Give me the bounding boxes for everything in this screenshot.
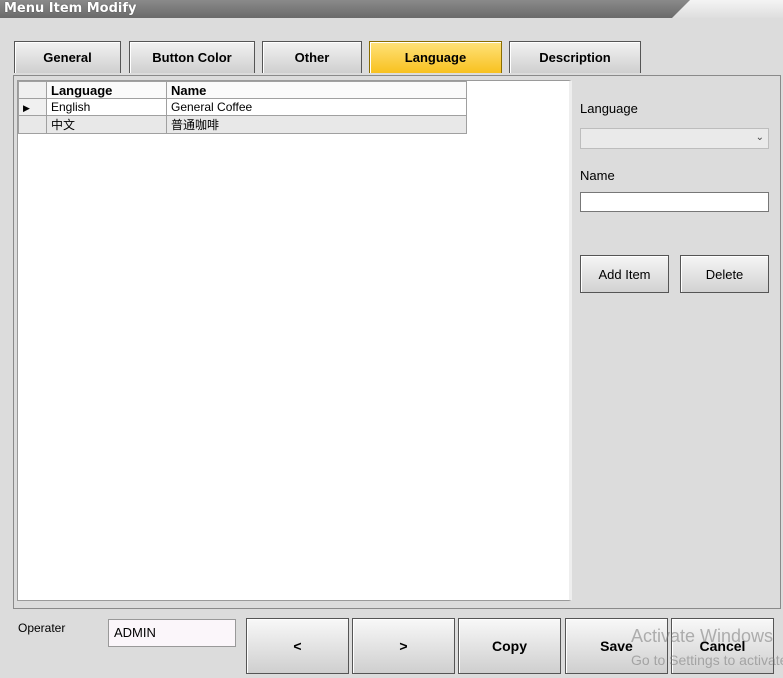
tab-button-color[interactable]: Button Color xyxy=(129,41,255,73)
column-header-language[interactable]: Language xyxy=(46,81,167,99)
tab-general[interactable]: General xyxy=(14,41,121,73)
column-header-name[interactable]: Name xyxy=(166,81,467,99)
language-select[interactable]: ⌄ xyxy=(580,128,769,149)
language-label: Language xyxy=(580,101,638,116)
delete-button[interactable]: Delete xyxy=(680,255,769,293)
language-table: Language Name ▶ English General Coffee 中… xyxy=(18,81,467,134)
save-button[interactable]: Save xyxy=(565,618,668,674)
cell-language[interactable]: English xyxy=(46,98,167,116)
name-input[interactable] xyxy=(580,192,769,212)
tab-other[interactable]: Other xyxy=(262,41,362,73)
previous-button[interactable]: < xyxy=(246,618,349,674)
window-title: Menu Item Modify xyxy=(4,1,137,16)
add-item-button[interactable]: Add Item xyxy=(580,255,669,293)
name-label: Name xyxy=(580,168,615,183)
table-row[interactable]: ▶ English General Coffee xyxy=(18,98,467,116)
row-selector[interactable] xyxy=(18,115,47,134)
tab-description[interactable]: Description xyxy=(509,41,641,73)
next-button[interactable]: > xyxy=(352,618,455,674)
tab-language[interactable]: Language xyxy=(369,41,502,73)
table-row[interactable]: 中文 普通咖啡 xyxy=(18,115,467,134)
cancel-button[interactable]: Cancel xyxy=(671,618,774,674)
title-bar: Menu Item Modify xyxy=(0,0,783,18)
cell-language[interactable]: 中文 xyxy=(46,115,167,134)
current-row-icon: ▶ xyxy=(23,103,30,113)
menu-item-modify-window: Menu Item Modify General Button Color Ot… xyxy=(0,0,783,678)
row-header-corner xyxy=(18,81,47,99)
language-tab-panel: Language Name ▶ English General Coffee 中… xyxy=(13,75,781,609)
table-header-row: Language Name xyxy=(18,81,467,99)
operator-field[interactable]: ADMIN xyxy=(108,619,236,647)
chevron-down-icon[interactable]: ⌄ xyxy=(756,132,764,143)
copy-button[interactable]: Copy xyxy=(458,618,561,674)
operator-label: Operater xyxy=(18,621,66,635)
cell-name[interactable]: General Coffee xyxy=(166,98,467,116)
cell-name[interactable]: 普通咖啡 xyxy=(166,115,467,134)
row-selector[interactable]: ▶ xyxy=(18,98,47,116)
language-grid[interactable]: Language Name ▶ English General Coffee 中… xyxy=(17,80,572,601)
